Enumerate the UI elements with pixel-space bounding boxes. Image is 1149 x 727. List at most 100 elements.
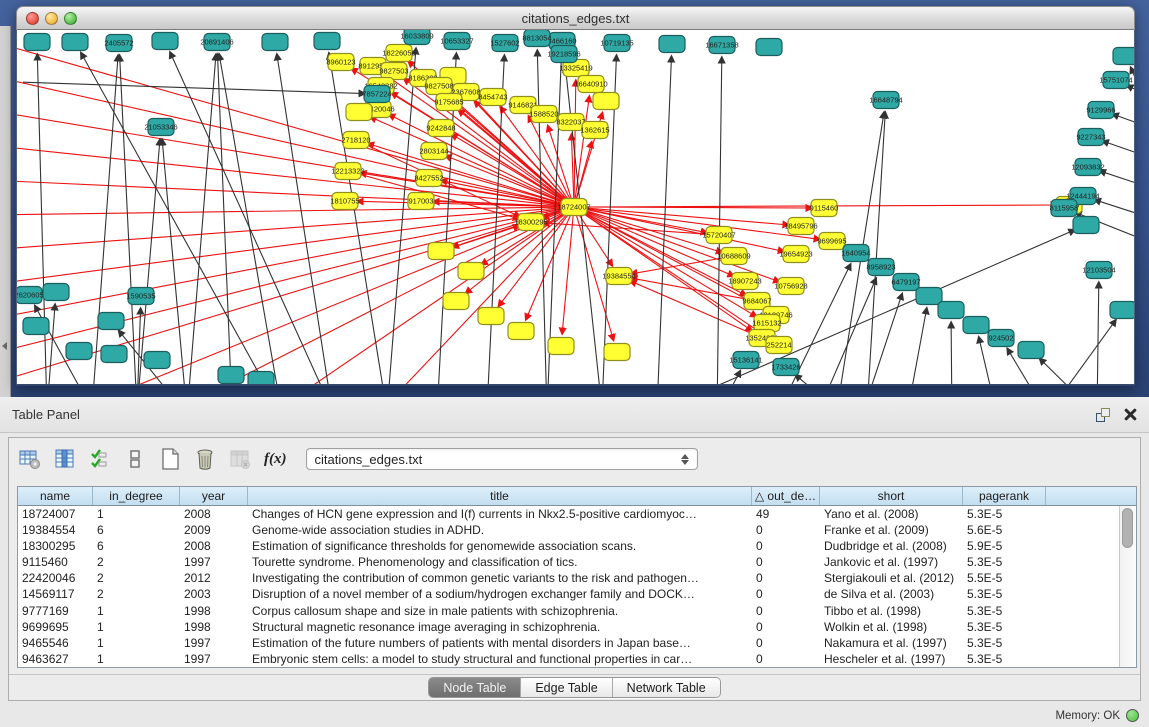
paper-node-yellow[interactable]: 18724007 (557, 199, 590, 216)
table-row[interactable]: 946554611997Estimation of the future num… (18, 635, 1119, 651)
tab-node-table[interactable]: Node Table (429, 678, 521, 697)
paper-node-teal[interactable] (1110, 302, 1134, 319)
paper-node-teal[interactable] (152, 33, 178, 50)
paper-node-yellow[interactable]: 10688609 (717, 248, 750, 265)
table-row[interactable]: 977716911998Corpus callosum shape and si… (18, 603, 1119, 619)
paper-node-yellow[interactable]: 8454743 (478, 89, 507, 106)
paper-node-teal[interactable]: 16671358 (705, 37, 738, 54)
paper-node-teal[interactable]: 1590535 (126, 288, 155, 305)
paper-node-teal[interactable]: 6479197 (891, 274, 920, 291)
table-row[interactable]: 1938455462009Genome-wide association stu… (18, 522, 1119, 538)
table-row[interactable]: 1830029562008Estimation of significance … (18, 538, 1119, 554)
paper-node-yellow[interactable]: 8427552 (414, 170, 443, 187)
paper-node-teal[interactable]: 12093832 (1071, 159, 1104, 176)
paper-node-yellow[interactable]: 12213323 (331, 163, 364, 180)
paper-node-teal[interactable] (938, 302, 964, 319)
paper-node-yellow[interactable]: 10756928 (774, 278, 807, 295)
table-row[interactable]: 969969511998Structural magnetic resonanc… (18, 619, 1119, 635)
paper-node-teal[interactable]: 16033809 (400, 30, 433, 45)
table-row[interactable]: 2242004622012Investigating the contribut… (18, 570, 1119, 586)
table-row[interactable]: 911546021997Tourette syndrome. Phenomeno… (18, 554, 1119, 570)
paper-node-yellow[interactable]: 2718120 (341, 132, 370, 149)
vertical-scrollbar[interactable] (1119, 506, 1136, 667)
column-header-indegree[interactable]: in_degree (93, 487, 180, 505)
paper-node-teal[interactable] (963, 317, 989, 334)
paper-node-teal[interactable] (66, 343, 92, 360)
paper-node-teal[interactable] (101, 346, 127, 363)
tab-edge-table[interactable]: Edge Table (521, 678, 612, 697)
paper-node-teal[interactable] (916, 288, 942, 305)
select-rows-icon[interactable] (89, 448, 111, 470)
paper-node-teal[interactable]: 12103504 (1082, 262, 1115, 279)
column-header-name[interactable]: name (18, 487, 93, 505)
paper-node-teal[interactable] (24, 34, 50, 51)
paper-node-teal[interactable]: 21053346 (144, 119, 177, 136)
paper-node-yellow[interactable]: 8960123 (326, 54, 355, 71)
paper-node-teal[interactable]: 16648794 (869, 92, 902, 109)
paper-node-teal[interactable]: 15751074 (1099, 72, 1132, 89)
row-height-icon[interactable] (124, 448, 146, 470)
table-selector-dropdown[interactable]: citations_edges.txt (306, 448, 698, 470)
paper-node-yellow[interactable] (478, 308, 504, 325)
paper-node-yellow[interactable]: 917003 (408, 193, 434, 210)
paper-node-teal[interactable]: 20891406 (200, 34, 233, 51)
column-header-title[interactable]: title (248, 487, 752, 505)
network-canvas[interactable]: 1872400789601238912955182260589827503818… (16, 30, 1135, 385)
citation-network-graph[interactable]: 1872400789601238912955182260589827503818… (17, 30, 1134, 385)
paper-node-teal[interactable]: 9129966 (1086, 102, 1115, 119)
paper-node-yellow[interactable]: 2803144 (419, 143, 448, 160)
paper-node-teal[interactable]: 1527602 (490, 35, 519, 52)
paper-node-yellow[interactable] (593, 93, 619, 110)
close-window-button[interactable] (26, 12, 39, 25)
paper-node-yellow[interactable] (443, 293, 469, 310)
paper-node-teal[interactable] (62, 34, 88, 51)
show-columns-icon[interactable] (54, 448, 76, 470)
paper-node-teal[interactable] (659, 36, 685, 53)
table-row[interactable]: 946362711997Embryonic stem cells: a mode… (18, 651, 1119, 667)
paper-node-teal[interactable] (218, 367, 244, 384)
paper-node-yellow[interactable] (604, 344, 630, 361)
column-header-year[interactable]: year (180, 487, 248, 505)
paper-node-yellow[interactable] (428, 243, 454, 260)
table-options-icon[interactable] (19, 448, 41, 470)
paper-node-teal[interactable]: 19218596 (547, 46, 580, 63)
paper-node-yellow[interactable]: 9175685 (434, 94, 463, 111)
paper-node-teal[interactable]: 15136141 (729, 352, 762, 369)
paper-node-yellow[interactable]: 19384554 (602, 268, 635, 285)
paper-node-yellow[interactable]: 9827508 (424, 78, 453, 95)
paper-node-yellow[interactable]: 18226058 (382, 45, 415, 62)
network-window-titlebar[interactable]: citations_edges.txt (16, 6, 1135, 30)
paper-node-teal[interactable]: 10653327 (440, 33, 473, 50)
paper-node-teal[interactable] (1073, 217, 1099, 234)
paper-node-teal[interactable] (314, 33, 340, 50)
close-panel-icon[interactable] (1124, 408, 1137, 421)
paper-node-yellow[interactable]: 15720407 (702, 227, 735, 244)
column-header-pagerank[interactable]: pagerank (963, 487, 1046, 505)
paper-node-teal[interactable] (43, 284, 69, 301)
scrollbar-thumb[interactable] (1122, 508, 1133, 548)
column-header-outde[interactable]: △ out_de… (752, 487, 820, 505)
table-row[interactable]: 1456911722003Disruption of a novel membe… (18, 586, 1119, 602)
new-table-icon[interactable] (159, 448, 181, 470)
function-builder-icon[interactable]: f(x) (264, 451, 287, 468)
paper-node-teal[interactable] (248, 372, 274, 386)
paper-node-teal[interactable] (756, 39, 782, 56)
paper-node-teal[interactable] (1113, 48, 1134, 65)
paper-node-teal[interactable] (1018, 342, 1044, 359)
paper-node-teal[interactable] (262, 34, 288, 51)
paper-node-yellow[interactable]: 16640910 (574, 76, 607, 93)
float-panel-icon[interactable] (1096, 408, 1110, 422)
paper-node-yellow[interactable] (548, 338, 574, 355)
paper-node-teal[interactable]: 8115958 (1050, 200, 1079, 217)
paper-node-teal[interactable]: 7857224 (362, 86, 391, 103)
paper-node-yellow[interactable]: 18300295 (514, 214, 547, 231)
zoom-window-button[interactable] (64, 12, 77, 25)
paper-node-yellow[interactable]: 18907243 (728, 273, 761, 290)
paper-node-yellow[interactable]: 1362615 (580, 122, 609, 139)
paper-node-teal[interactable] (144, 352, 170, 369)
panel-collapse-handle[interactable] (2, 342, 7, 350)
paper-node-teal[interactable]: 2405572 (104, 35, 133, 52)
paper-node-yellow[interactable]: 1588520 (529, 106, 558, 123)
paper-node-teal[interactable] (23, 318, 49, 335)
paper-node-teal[interactable]: 1733426 (771, 359, 800, 376)
